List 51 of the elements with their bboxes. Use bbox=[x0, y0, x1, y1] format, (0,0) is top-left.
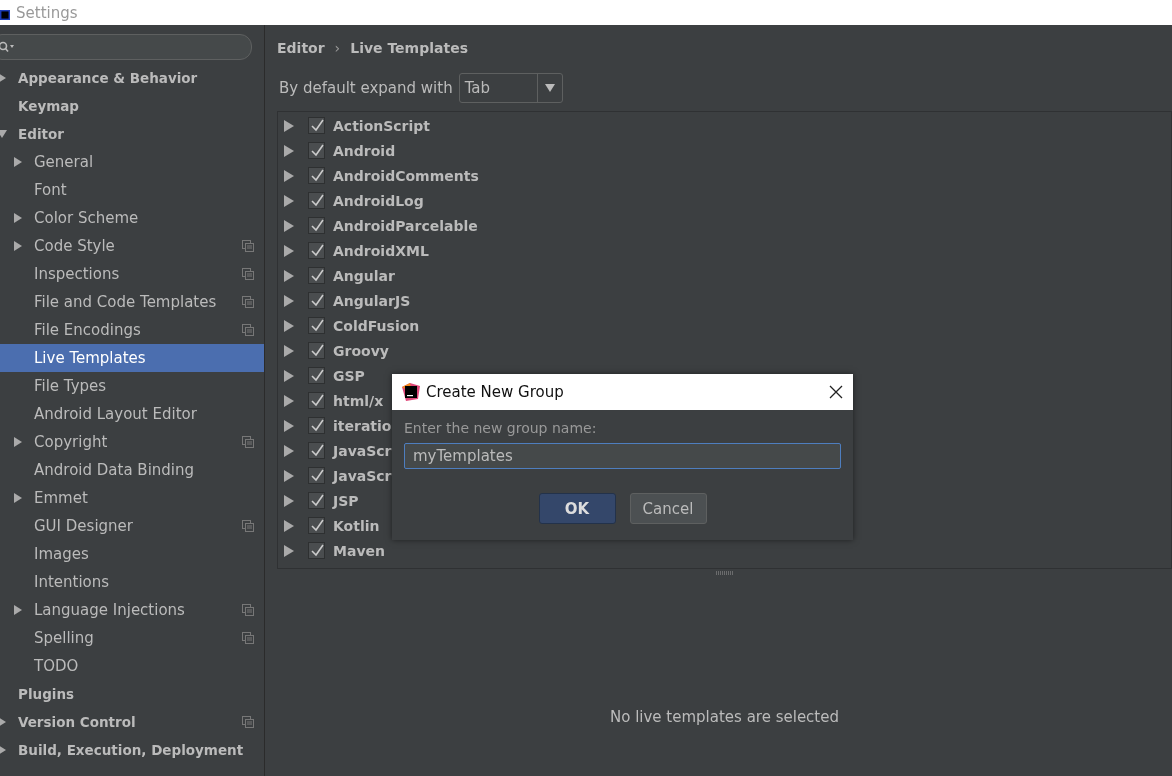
sidebar-label: Live Templates bbox=[34, 349, 146, 367]
template-group-name: Maven bbox=[333, 542, 385, 559]
sidebar-label: Inspections bbox=[34, 265, 120, 283]
template-group-name: AndroidXML bbox=[333, 242, 429, 259]
sidebar-label: GUI Designer bbox=[34, 517, 133, 535]
sidebar-label: File and Code Templates bbox=[34, 293, 217, 311]
template-group-name: AndroidLog bbox=[333, 192, 424, 209]
empty-message: No live templates are selected bbox=[610, 708, 839, 726]
template-group-name: Android bbox=[333, 142, 396, 159]
sidebar-label: File Encodings bbox=[34, 321, 141, 339]
template-group-name: Groovy bbox=[333, 342, 389, 359]
sidebar-label: Android Data Binding bbox=[34, 461, 195, 479]
sidebar-label: Build, Execution, Deployment bbox=[18, 742, 244, 758]
template-group-name: GSP bbox=[333, 367, 365, 384]
sidebar-label: Font bbox=[34, 181, 67, 199]
sidebar-label: Editor bbox=[18, 126, 64, 142]
breadcrumb-item: Editor bbox=[277, 40, 325, 56]
sidebar-label: Emmet bbox=[34, 489, 88, 507]
sidebar-label: General bbox=[34, 153, 94, 171]
sidebar-label: Intentions bbox=[34, 573, 110, 591]
template-group-name: JSP bbox=[333, 492, 359, 509]
template-group-name: AndroidComments bbox=[333, 167, 479, 184]
sidebar-label: Appearance & Behavior bbox=[18, 70, 198, 86]
template-group-name: AndroidParcelable bbox=[333, 217, 478, 234]
sidebar-label: Color Scheme bbox=[34, 209, 139, 227]
sidebar-label: Copyright bbox=[34, 433, 108, 451]
sidebar-label: Images bbox=[34, 545, 89, 563]
window-title: Settings bbox=[16, 3, 78, 22]
prompt-label: Enter the new group name: bbox=[404, 420, 598, 436]
sidebar-label: Version Control bbox=[18, 714, 136, 730]
template-group-name: Angular bbox=[333, 267, 395, 284]
sidebar-label: Code Style bbox=[34, 237, 115, 255]
template-group-name: AngularJS bbox=[333, 292, 411, 309]
sidebar-label: TODO bbox=[34, 657, 79, 675]
sidebar-label: Plugins bbox=[18, 686, 75, 702]
sidebar-label: Spelling bbox=[34, 629, 94, 647]
breadcrumb-item: Live Templates bbox=[350, 40, 468, 56]
sidebar-label: Language Injections bbox=[34, 601, 185, 619]
template-group-name: html/x bbox=[333, 392, 384, 409]
sidebar-label: Android Layout Editor bbox=[34, 405, 197, 423]
template-group-name: iteratio bbox=[333, 417, 392, 434]
template-group-name: Kotlin bbox=[333, 517, 380, 534]
dialog-title: Create New Group bbox=[426, 383, 565, 401]
template-group-name: ActionScript bbox=[333, 117, 430, 134]
template-group-name: JavaScr bbox=[333, 442, 392, 459]
sidebar-label: Keymap bbox=[18, 98, 80, 114]
expand-with-label: By default expand with bbox=[279, 79, 453, 97]
sidebar-label: File Types bbox=[34, 377, 107, 395]
template-group-name: ColdFusion bbox=[333, 317, 420, 334]
template-group-name: JavaScr bbox=[333, 467, 392, 484]
breadcrumb-separator: › bbox=[334, 40, 341, 56]
